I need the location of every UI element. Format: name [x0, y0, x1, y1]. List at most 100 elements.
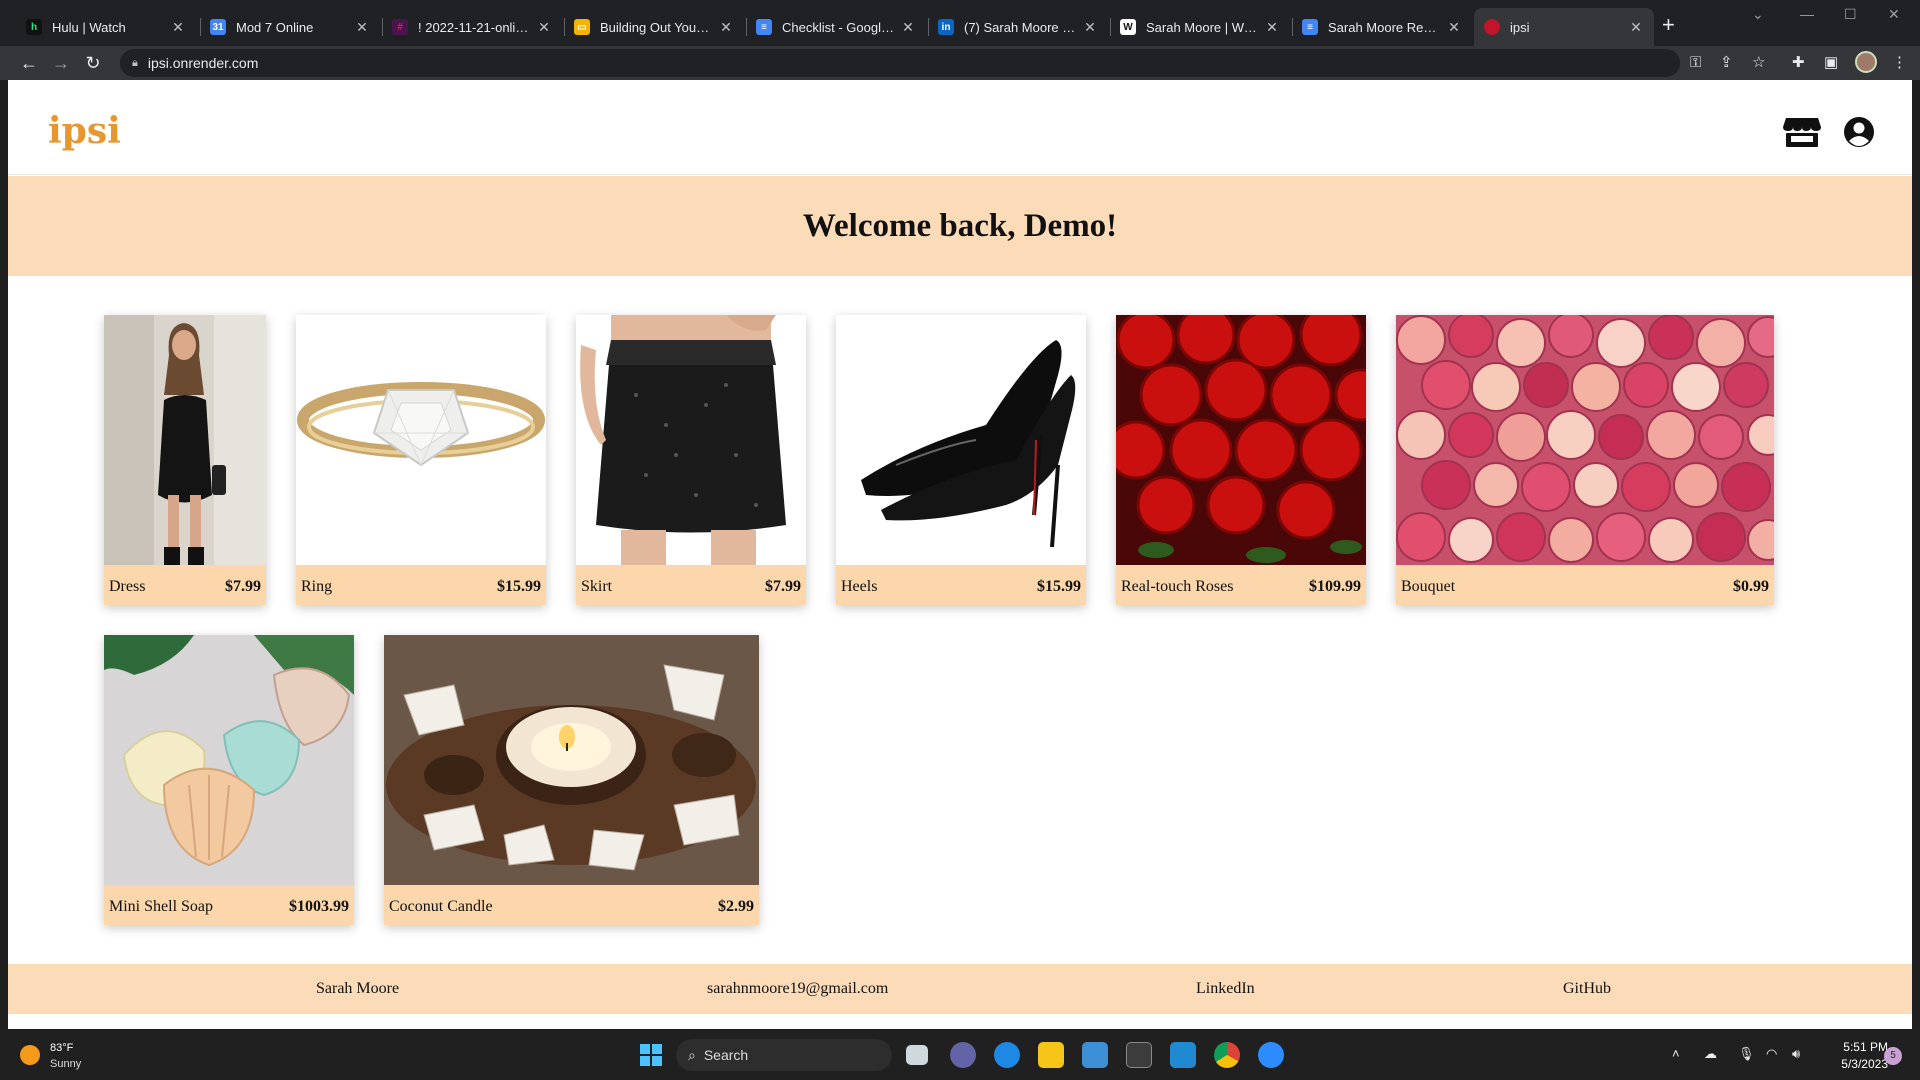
- back-icon[interactable]: ←: [18, 52, 40, 74]
- myob-app-icon[interactable]: [1082, 1042, 1108, 1068]
- vscode-icon[interactable]: [1170, 1042, 1196, 1068]
- product-card[interactable]: Coconut Candle $2.99: [384, 635, 759, 925]
- tab-title: Checklist - Google Do: [782, 19, 894, 35]
- product-card[interactable]: Skirt $7.99: [576, 315, 806, 605]
- clock-date[interactable]: 5/3/2023: [1820, 1057, 1888, 1071]
- weather-temperature[interactable]: 83°F: [50, 1042, 73, 1054]
- heels-image: [836, 315, 1086, 565]
- share-icon[interactable]: ⇪: [1720, 54, 1733, 72]
- browser-tab[interactable]: ▭ Building Out Your Onl ✕: [564, 8, 744, 46]
- chrome-icon[interactable]: [1214, 1042, 1240, 1068]
- close-tab-icon[interactable]: ✕: [536, 19, 552, 36]
- new-tab-icon[interactable]: +: [1662, 14, 1675, 36]
- tab-title: Hulu | Watch: [52, 19, 126, 35]
- onedrive-cloud-icon[interactable]: ☁: [1704, 1046, 1717, 1062]
- tab-title: Sarah Moore Resume: [1328, 19, 1440, 35]
- browser-tab[interactable]: in (7) Sarah Moore | Link ✕: [928, 8, 1108, 46]
- lock-icon[interactable]: 🔒︎: [132, 57, 138, 70]
- slack-favicon-icon: #: [392, 19, 408, 35]
- minimize-icon[interactable]: —: [1800, 6, 1814, 22]
- windows-start-icon[interactable]: [640, 1044, 662, 1066]
- product-name: Dress: [109, 578, 146, 595]
- search-label: Search: [703, 1047, 749, 1063]
- product-card[interactable]: Dress $7.99: [104, 315, 266, 605]
- forward-icon[interactable]: →: [50, 52, 72, 74]
- microphone-icon[interactable]: 🎙︎: [1738, 1046, 1755, 1062]
- terminal-icon[interactable]: [1126, 1042, 1152, 1068]
- product-card[interactable]: Real-touch Roses $109.99: [1116, 315, 1366, 605]
- tab-title: ! 2022-11-21-online -: [418, 19, 530, 35]
- account-icon[interactable]: [1843, 116, 1875, 148]
- product-label: Coconut Candle $2.99: [384, 885, 759, 925]
- product-price: $1003.99: [289, 898, 349, 915]
- file-explorer-icon[interactable]: [1038, 1042, 1064, 1068]
- hulu-favicon-icon: h: [26, 19, 42, 35]
- wifi-icon[interactable]: ◠: [1766, 1046, 1777, 1062]
- product-card[interactable]: Heels $15.99: [836, 315, 1086, 605]
- browser-tab[interactable]: ≡ Checklist - Google Do ✕: [746, 8, 926, 46]
- store-icon[interactable]: [1783, 116, 1821, 148]
- password-key-icon[interactable]: ⚿: [1690, 54, 1701, 72]
- task-view-icon[interactable]: [906, 1045, 928, 1065]
- tab-title: ipsi: [1510, 19, 1530, 35]
- zoom-icon[interactable]: [1258, 1042, 1284, 1068]
- product-price: $0.99: [1733, 578, 1769, 595]
- slides-favicon-icon: ▭: [574, 19, 590, 35]
- search-icon: ⌕: [688, 1046, 696, 1063]
- site-logo[interactable]: ipsi: [48, 110, 121, 152]
- browser-tab[interactable]: W Sarah Moore | Wellfo ✕: [1110, 8, 1290, 46]
- tab-search-icon[interactable]: ⌄: [1752, 6, 1764, 23]
- calendar-favicon-icon: 31: [210, 19, 226, 35]
- close-window-icon[interactable]: ✕: [1888, 6, 1900, 23]
- close-tab-icon[interactable]: ✕: [1446, 19, 1462, 36]
- product-card[interactable]: Bouquet $0.99: [1396, 315, 1774, 605]
- browser-tab[interactable]: # ! 2022-11-21-online - ✕: [382, 8, 562, 46]
- close-tab-icon[interactable]: ✕: [170, 19, 186, 36]
- footer-email-link[interactable]: sarahnmoore19@gmail.com: [707, 980, 888, 998]
- product-label: Heels $15.99: [836, 565, 1086, 605]
- docs-favicon-icon: ≡: [756, 19, 772, 35]
- close-tab-icon[interactable]: ✕: [1082, 19, 1098, 36]
- close-tab-icon[interactable]: ✕: [1628, 19, 1644, 36]
- maximize-icon[interactable]: ☐: [1844, 6, 1857, 23]
- weather-description[interactable]: Sunny: [50, 1058, 81, 1070]
- product-card[interactable]: Ring $15.99: [296, 315, 546, 605]
- side-panel-icon[interactable]: ▣: [1824, 54, 1838, 72]
- show-hidden-icons-icon[interactable]: ˄: [1672, 1046, 1680, 1061]
- browser-tab[interactable]: 31 Mod 7 Online ✕: [200, 8, 380, 46]
- volume-icon[interactable]: 🔊︎: [1792, 1046, 1800, 1062]
- close-tab-icon[interactable]: ✕: [354, 19, 370, 36]
- close-tab-icon[interactable]: ✕: [718, 19, 734, 36]
- browser-tab[interactable]: ≡ Sarah Moore Resume ✕: [1292, 8, 1472, 46]
- chrome-menu-icon[interactable]: ⋮: [1892, 54, 1907, 72]
- browser-tab-active[interactable]: ipsi ✕: [1474, 8, 1654, 46]
- coconut-candle-image: [384, 635, 759, 885]
- close-tab-icon[interactable]: ✕: [1264, 19, 1280, 36]
- product-card[interactable]: Mini Shell Soap $1003.99: [104, 635, 354, 925]
- teams-chat-icon[interactable]: [950, 1042, 976, 1068]
- help-icon[interactable]: [994, 1042, 1020, 1068]
- welcome-heading: Welcome back, Demo!: [802, 207, 1118, 244]
- product-label: Ring $15.99: [296, 565, 546, 605]
- clock-time[interactable]: 5:51 PM: [1828, 1040, 1888, 1054]
- notification-badge[interactable]: 5: [1884, 1047, 1902, 1065]
- taskbar-search[interactable]: ⌕ Search: [676, 1039, 892, 1071]
- product-name: Skirt: [581, 578, 613, 595]
- profile-avatar[interactable]: [1855, 51, 1877, 73]
- bookmark-star-icon[interactable]: ☆: [1752, 54, 1765, 72]
- extensions-icon[interactable]: ✚: [1792, 54, 1805, 72]
- address-bar[interactable]: 🔒︎ ipsi.onrender.com: [120, 49, 1680, 77]
- product-label: Bouquet $0.99: [1396, 565, 1774, 605]
- sun-icon[interactable]: [20, 1045, 40, 1065]
- product-price: $15.99: [497, 578, 541, 595]
- product-name: Real-touch Roses: [1121, 578, 1234, 595]
- close-tab-icon[interactable]: ✕: [900, 19, 916, 36]
- footer-github-link[interactable]: GitHub: [1563, 980, 1611, 998]
- roses-image: [1116, 315, 1366, 565]
- linkedin-favicon-icon: in: [938, 19, 954, 35]
- footer-linkedin-link[interactable]: LinkedIn: [1196, 980, 1255, 998]
- browser-tab[interactable]: h Hulu | Watch ✕: [16, 8, 196, 46]
- reload-icon[interactable]: ↻: [82, 52, 104, 74]
- docs-favicon-icon: ≡: [1302, 19, 1318, 35]
- skirt-image: [576, 315, 806, 565]
